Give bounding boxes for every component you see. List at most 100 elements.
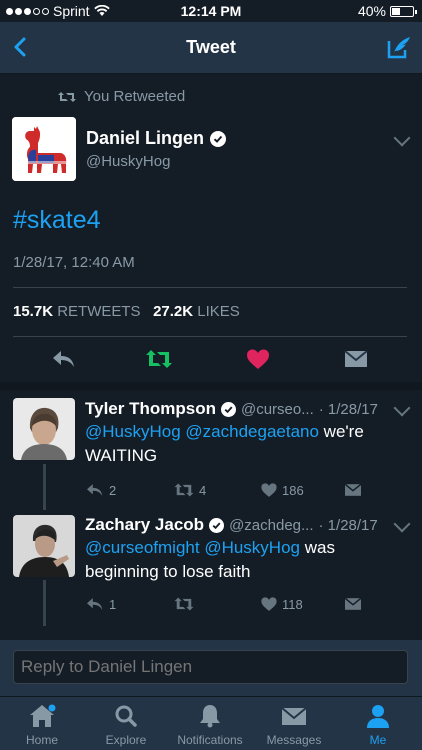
divider (13, 287, 407, 288)
section-separator (0, 382, 422, 390)
person-photo-image (13, 398, 75, 460)
retweet-button[interactable] (146, 348, 172, 370)
retweet-icon (58, 91, 76, 102)
like-count: 118 (282, 596, 303, 612)
tweet-timestamp: 1/28/17, 12:40 AM (13, 254, 135, 271)
direct-message-button[interactable] (343, 596, 363, 612)
reply-composer (0, 640, 422, 696)
heart-icon (247, 349, 269, 369)
tab-explore[interactable]: Explore (84, 703, 168, 747)
reply-input[interactable] (13, 650, 408, 684)
direct-message-button[interactable] (343, 348, 369, 370)
retweets-stat[interactable]: 15.7K RETWEETS (13, 303, 141, 320)
retweets-count: 15.7K (13, 303, 54, 320)
verified-badge-icon (220, 401, 236, 417)
llama-avatar-image (12, 117, 76, 181)
reply-author-handle: @curseo... (240, 400, 314, 418)
retweets-label: RETWEETS (57, 303, 141, 320)
reply-text-line2: beginning to lose faith (85, 562, 251, 581)
reply-tweet[interactable]: Zachary Jacob @zachdeg... · 1/28/17 @cur… (0, 508, 422, 633)
retweet-icon (174, 597, 194, 611)
tab-label: Messages (266, 733, 322, 747)
reply-author-handle: @zachdeg... (229, 516, 314, 534)
person-photo-image (13, 515, 75, 577)
thread-line (43, 580, 46, 626)
home-icon (30, 704, 56, 727)
battery-percent: 40% (357, 3, 386, 19)
bell-icon (200, 705, 220, 728)
tweet-stats: 15.7K RETWEETS 27.2K LIKES (13, 303, 240, 320)
like-button[interactable] (245, 348, 271, 370)
reply-count: 1 (109, 596, 117, 612)
like-button[interactable]: 118 (260, 596, 303, 612)
page-title: Tweet (186, 37, 236, 57)
reply-icon (87, 598, 103, 610)
chevron-down-icon[interactable] (393, 399, 411, 417)
retweet-context-label: You Retweeted (84, 88, 186, 105)
reply-tweet[interactable]: Tyler Thompson @curseo... · 1/28/17 @Hus… (0, 390, 422, 508)
reply-author-name[interactable]: Tyler Thompson (85, 399, 216, 419)
heart-icon (261, 483, 277, 497)
nav-bar: Tweet (0, 22, 422, 74)
tab-label: Home (25, 733, 58, 747)
tab-label: Me (369, 733, 387, 747)
avatar[interactable] (13, 398, 75, 460)
reply-date: · 1/28/17 (318, 400, 378, 418)
reply-text: @HuskyHog @zachdegaetano we're WAITING (85, 420, 405, 468)
avatar[interactable] (12, 117, 76, 181)
tab-messages[interactable]: Messages (252, 703, 336, 747)
reply-icon (53, 351, 74, 367)
reply-author-name[interactable]: Zachary Jacob (85, 515, 204, 535)
envelope-icon (344, 350, 368, 367)
mention-link[interactable]: @HuskyHog (204, 538, 300, 557)
like-count: 186 (282, 482, 304, 498)
reply-text-line2: WAITING (85, 446, 158, 465)
retweet-icon (146, 350, 172, 368)
tweet-author[interactable]: Daniel Lingen @HuskyHog (86, 128, 227, 170)
reply-header: Zachary Jacob @zachdeg... · 1/28/17 (85, 515, 378, 535)
retweet-button[interactable]: 4 (173, 482, 206, 498)
retweet-button[interactable] (173, 596, 199, 612)
reply-date: · 1/28/17 (318, 516, 378, 534)
tweet-text[interactable]: #skate4 (13, 206, 101, 235)
mention-link[interactable]: @curseofmight (85, 538, 200, 557)
compose-button[interactable] (384, 32, 414, 62)
direct-message-button[interactable] (343, 482, 363, 498)
tab-home[interactable]: Home (0, 703, 84, 747)
tab-label: Explore (105, 733, 147, 747)
tab-notifications[interactable]: Notifications (168, 703, 252, 747)
envelope-icon (281, 707, 307, 725)
envelope-icon (344, 597, 362, 610)
verified-badge-icon (210, 130, 227, 147)
like-button[interactable]: 186 (260, 482, 304, 498)
reply-count: 2 (109, 482, 117, 498)
status-bar: Sprint 12:14 PM 40% (0, 0, 422, 22)
verified-badge-icon (209, 517, 225, 533)
reply-header: Tyler Thompson @curseo... · 1/28/17 (85, 399, 378, 419)
reply-button[interactable]: 2 (85, 482, 116, 498)
mention-link[interactable]: @HuskyHog (85, 422, 181, 441)
reply-button[interactable]: 1 (85, 596, 116, 612)
compose-icon (387, 37, 410, 59)
retweet-count: 4 (199, 482, 207, 498)
likes-label: LIKES (197, 303, 240, 320)
thread-line (43, 464, 46, 510)
person-icon (367, 705, 389, 728)
retweet-context: You Retweeted (58, 88, 185, 105)
retweet-icon (174, 483, 194, 497)
mention-link[interactable]: @zachdegaetano (185, 422, 319, 441)
chevron-down-icon[interactable] (393, 515, 411, 533)
tab-me[interactable]: Me (336, 703, 420, 747)
likes-stat[interactable]: 27.2K LIKES (153, 303, 240, 320)
reply-text-rest: was (300, 538, 335, 557)
likes-count: 27.2K (153, 303, 194, 320)
tab-label: Notifications (177, 733, 243, 747)
battery-icon (390, 5, 417, 17)
tweet-actions (0, 340, 422, 382)
reply-icon (87, 484, 103, 496)
tab-bar: Home Explore Notifications Messages Me (0, 696, 422, 750)
chevron-down-icon[interactable] (393, 129, 411, 147)
envelope-icon (344, 483, 362, 496)
reply-button[interactable] (51, 348, 77, 370)
avatar[interactable] (13, 515, 75, 577)
